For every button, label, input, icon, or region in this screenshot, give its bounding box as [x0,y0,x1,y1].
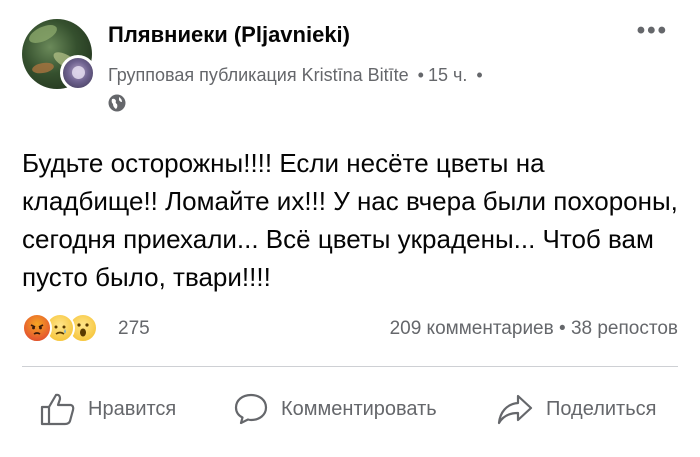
post-stats: 209 комментариев • 38 репостов [390,318,678,340]
avatar-leaf [26,21,60,47]
comment-bubble-icon [234,393,268,425]
meta-separator: • [476,65,483,85]
reaction-count[interactable]: 275 [118,318,150,340]
comment-button[interactable]: Комментировать [233,388,437,430]
avatar-flower [72,66,85,79]
shares-count-link[interactable]: 38 репостов [571,318,678,339]
action-bar: Нравится Комментировать Поделиться [0,388,700,430]
comment-label: Комментировать [281,397,437,420]
group-name-link[interactable]: Плявниеки (Pljavnieki) [108,22,350,48]
angry-face-icon [30,324,44,335]
share-label: Поделиться [546,397,657,420]
like-button[interactable]: Нравится [40,388,176,430]
stats-separator: • [559,318,566,339]
meta-separator: • [417,65,424,85]
angry-reaction-icon [22,313,52,343]
share-arrow-icon [497,394,533,425]
more-horizontal-icon[interactable]: ••• [637,19,668,43]
post-timestamp[interactable]: 15 ч. [428,65,467,85]
share-button[interactable]: Поделиться [496,388,656,430]
post-text: Будьте осторожны!!!! Если несёте цветы н… [22,148,678,292]
divider [22,366,678,367]
author-avatar[interactable] [60,55,96,91]
globe-icon [108,94,126,112]
avatar-leaf [31,61,55,75]
like-label: Нравится [88,397,177,420]
author-name-link[interactable]: Kristīna Bitīte [302,65,409,85]
post-meta: Групповая публикация Kristīna Bitīte • 15… [108,65,487,86]
comments-count-link[interactable]: 209 комментариев [390,318,554,339]
post-type-label: Групповая публикация [108,65,297,85]
thumbs-up-icon [40,393,75,426]
